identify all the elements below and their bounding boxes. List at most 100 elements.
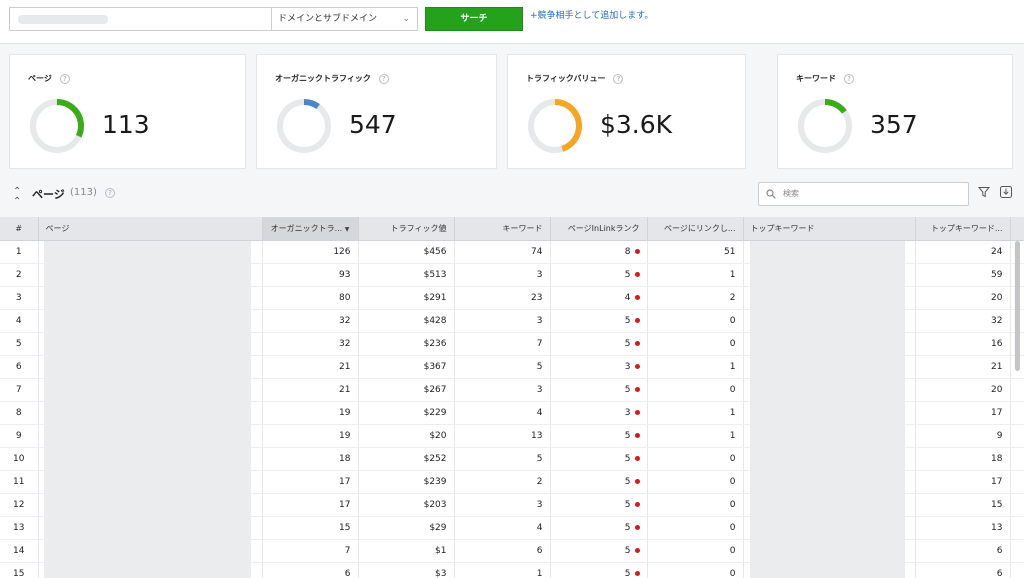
row-index: 5 <box>0 332 39 356</box>
col-header-inlink-rank[interactable]: ページInLinkランク <box>550 217 648 241</box>
linking-pages-cell[interactable]: 2 <box>647 286 744 310</box>
card-title: オーガニックトラフィック? <box>275 73 389 84</box>
red-dot-icon <box>634 455 640 461</box>
organic-traffic-cell: 19 <box>262 424 359 448</box>
card-title: トラフィックバリュー? <box>526 73 624 84</box>
traffic-value-cell: $428 <box>358 309 455 333</box>
keywords-cell[interactable]: 23 <box>454 286 551 310</box>
linking-pages-cell[interactable]: 0 <box>647 332 744 356</box>
col-header-top-keyword[interactable]: トップキーワード <box>743 217 916 241</box>
help-icon[interactable]: ? <box>613 73 624 84</box>
filter-icon[interactable] <box>978 186 990 198</box>
top-search-bar: ドメインとサブドメイン ⌄ サーチ +競争相手として追加します。 <box>0 0 1024 44</box>
top-keyword-volume-cell: 32 <box>915 309 1011 333</box>
keywords-cell[interactable]: 74 <box>454 240 551 264</box>
export-icon[interactable] <box>999 185 1013 199</box>
inlink-rank-value: 3 <box>624 407 631 418</box>
organic-traffic-cell: 32 <box>262 332 359 356</box>
keywords-cell[interactable]: 3 <box>454 309 551 333</box>
chevron-down-icon: ⌄ <box>402 14 410 24</box>
keywords-cell[interactable]: 6 <box>454 539 551 563</box>
organic-traffic-cell: 6 <box>262 562 359 578</box>
inlink-rank-value: 5 <box>624 545 631 556</box>
keywords-cell[interactable]: 3 <box>454 378 551 402</box>
linking-pages-cell[interactable]: 0 <box>647 309 744 333</box>
scope-select[interactable]: ドメインとサブドメイン ⌄ <box>271 7 418 31</box>
linking-pages-cell[interactable]: 1 <box>647 401 744 425</box>
traffic-value-cell: $29 <box>358 516 455 540</box>
inlink-rank-value: 5 <box>624 430 631 441</box>
linking-pages-cell[interactable]: 0 <box>647 470 744 494</box>
search-button[interactable]: サーチ <box>425 7 523 31</box>
keywords-cell[interactable]: 7 <box>454 332 551 356</box>
col-header-keywords[interactable]: キーワード <box>454 217 551 241</box>
spacer-cell <box>1010 493 1024 517</box>
top-keyword-volume-cell: 18 <box>915 447 1011 471</box>
col-header-top-keyword-volume[interactable]: トップキーワード... <box>915 217 1011 241</box>
keywords-cell[interactable]: 3 <box>454 263 551 287</box>
domain-search-input[interactable] <box>9 7 271 31</box>
organic-traffic-cell: 17 <box>262 493 359 517</box>
card-title-label: オーガニックトラフィック <box>275 74 371 83</box>
red-dot-icon <box>634 524 640 530</box>
keywords-cell[interactable]: 5 <box>454 355 551 379</box>
inlink-rank-cell: 5 <box>550 470 648 494</box>
inlink-rank-value: 5 <box>624 476 631 487</box>
red-dot-icon <box>634 501 640 507</box>
col-header-organic-traffic-label: オーガニックトラ... <box>270 223 343 233</box>
red-dot-icon <box>634 570 640 576</box>
keywords-cell[interactable]: 3 <box>454 493 551 517</box>
linking-pages-cell[interactable]: 0 <box>647 493 744 517</box>
table-search-input[interactable]: 検索 <box>758 182 969 206</box>
keywords-cell[interactable]: 4 <box>454 516 551 540</box>
row-index: 15 <box>0 562 39 578</box>
top-keyword-volume-cell: 9 <box>915 424 1011 448</box>
spacer-cell <box>1010 470 1024 494</box>
linking-pages-cell[interactable]: 1 <box>647 355 744 379</box>
add-competitor-link[interactable]: +競争相手として追加します。 <box>530 8 653 21</box>
scope-select-value: ドメインとサブドメイン <box>278 14 378 24</box>
col-header-index[interactable]: # <box>0 217 39 241</box>
help-icon[interactable]: ? <box>59 73 70 84</box>
linking-pages-cell[interactable]: 0 <box>647 539 744 563</box>
col-header-page[interactable]: ページ <box>38 217 263 241</box>
col-header-linking-pages[interactable]: ページにリンクし... <box>647 217 744 241</box>
collapse-icon[interactable]: ⌃ ⌃ <box>13 187 21 207</box>
keywords-cell[interactable]: 2 <box>454 470 551 494</box>
top-keyword-volume-cell: 59 <box>915 263 1011 287</box>
col-header-organic-traffic[interactable]: オーガニックトラ... ▼ <box>262 217 359 241</box>
help-icon[interactable]: ? <box>378 73 389 84</box>
traffic-value-cell: $236 <box>358 332 455 356</box>
row-index: 7 <box>0 378 39 402</box>
linking-pages-cell[interactable]: 1 <box>647 424 744 448</box>
linking-pages-cell[interactable]: 51 <box>647 240 744 264</box>
summary-card-keywords: キーワード? 357 <box>777 54 1013 169</box>
linking-pages-cell[interactable]: 0 <box>647 447 744 471</box>
keywords-cell[interactable]: 1 <box>454 562 551 578</box>
keywords-cell[interactable]: 5 <box>454 447 551 471</box>
keywords-cell[interactable]: 4 <box>454 401 551 425</box>
scrollbar-thumb[interactable] <box>1015 241 1020 371</box>
section-header: ⌃ ⌃ ページ (113) ? 検索 <box>0 172 1024 216</box>
traffic-value-cell: $456 <box>358 240 455 264</box>
help-icon[interactable]: ? <box>105 188 115 198</box>
linking-pages-cell[interactable]: 0 <box>647 562 744 578</box>
top-keyword-volume-cell: 16 <box>915 332 1011 356</box>
organic-traffic-cell: 17 <box>262 470 359 494</box>
linking-pages-cell[interactable]: 0 <box>647 378 744 402</box>
traffic-value-cell: $367 <box>358 355 455 379</box>
top-keyword-volume-cell: 15 <box>915 493 1011 517</box>
inlink-rank-value: 3 <box>624 361 631 372</box>
top-keyword-volume-cell: 6 <box>915 539 1011 563</box>
inlink-rank-cell: 5 <box>550 263 648 287</box>
organic-traffic-cell: 80 <box>262 286 359 310</box>
red-dot-icon <box>634 386 640 392</box>
search-icon <box>766 189 776 199</box>
keywords-cell[interactable]: 13 <box>454 424 551 448</box>
inlink-rank-cell: 3 <box>550 401 648 425</box>
help-icon[interactable]: ? <box>844 73 854 84</box>
linking-pages-cell[interactable]: 0 <box>647 516 744 540</box>
col-header-traffic-value[interactable]: トラフィック値 <box>358 217 455 241</box>
card-value: 113 <box>102 110 150 139</box>
linking-pages-cell[interactable]: 1 <box>647 263 744 287</box>
